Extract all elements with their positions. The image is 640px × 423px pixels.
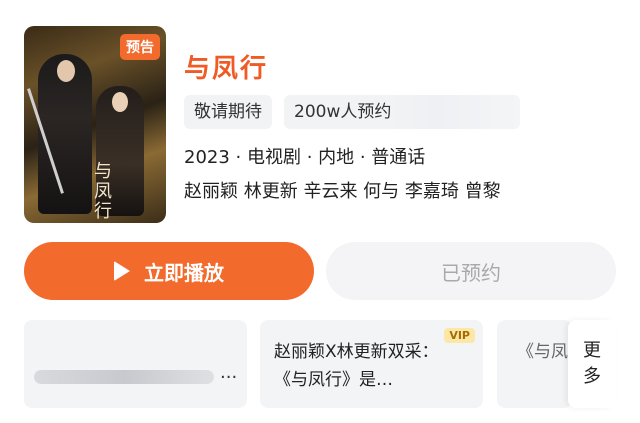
play-icon [114, 261, 130, 281]
poster-face-female [112, 92, 128, 112]
card-2-text: 赵丽颖Ⅹ林更新双采：《与凤行》是… [274, 342, 439, 390]
blurred-text [34, 370, 214, 384]
play-now-label: 立即播放 [144, 260, 224, 285]
related-card-3[interactable]: 《与凤片：赵 [497, 320, 572, 408]
poster-calligraphy-title: 与凤行 [94, 161, 112, 222]
card-3-text: 《与凤片：赵 [517, 342, 572, 362]
reservation-count-text: 200w人预约 [294, 102, 392, 122]
related-card-1[interactable]: ... [24, 320, 247, 408]
vip-badge: VIP [444, 328, 475, 343]
blur-overlay [390, 95, 520, 129]
poster-face-male [57, 60, 75, 82]
play-now-button[interactable]: 立即播放 [24, 242, 314, 300]
status-chip: 敬请期待 [184, 95, 272, 129]
reserved-label: 已预约 [441, 260, 501, 285]
card-1-ellipsis: ... [220, 362, 238, 383]
more-label: 更多 [583, 340, 601, 387]
cast-list[interactable]: 赵丽颖 林更新 辛云来 何与 李嘉琦 曾黎 [184, 177, 501, 203]
trailer-badge: 预告 [120, 34, 160, 60]
reserved-button[interactable]: 已预约 [326, 242, 616, 300]
related-card-2[interactable]: 赵丽颖Ⅹ林更新双采：《与凤行》是… VIP [260, 320, 483, 408]
show-title: 与凤行 [184, 54, 269, 84]
more-button[interactable]: 更多 [568, 320, 616, 408]
reservation-count-chip: 200w人预约 [284, 95, 520, 129]
show-meta: 2023 · 电视剧 · 内地 · 普通话 [184, 147, 426, 168]
poster-image[interactable]: 与凤行 预告 [24, 26, 166, 223]
